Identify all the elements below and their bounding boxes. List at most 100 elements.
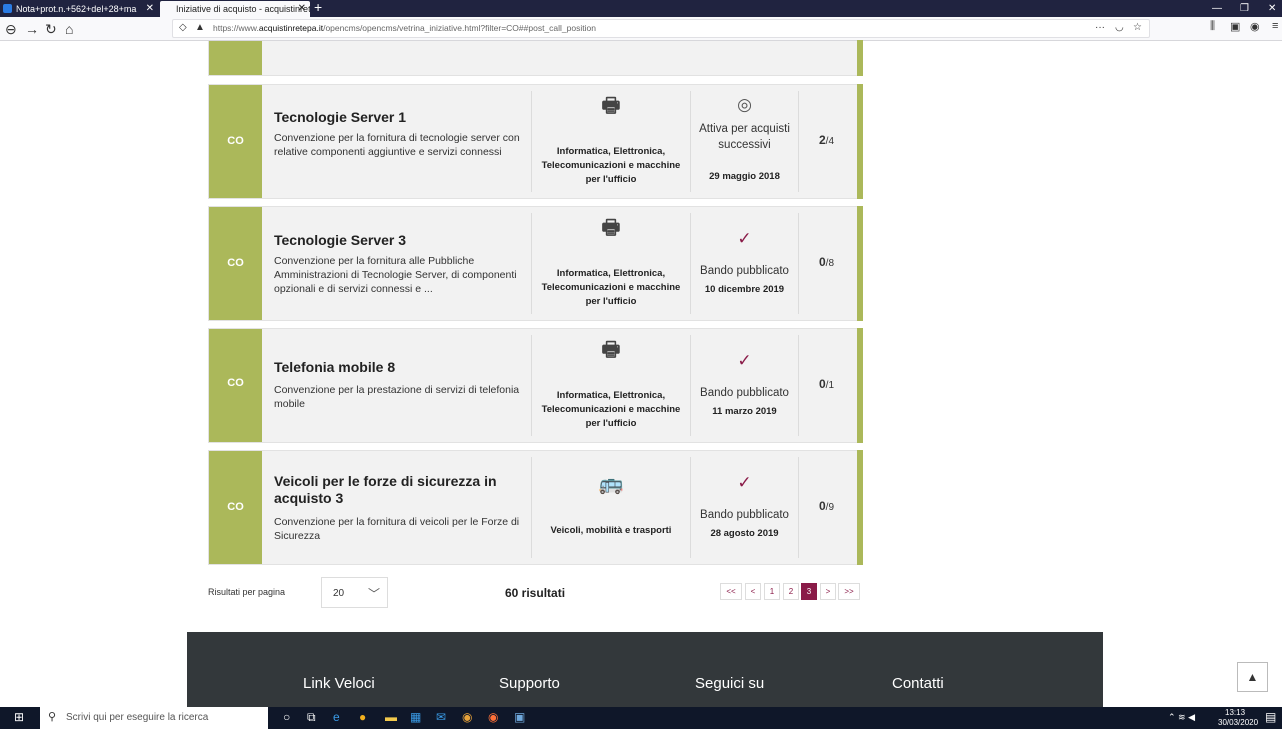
card-right-bar (857, 40, 863, 76)
chrome-icon[interactable]: ● (359, 710, 366, 724)
status-date: 10 dicembre 2019 (704, 284, 785, 295)
status-date: 28 agosto 2019 (710, 528, 779, 539)
card-right-bar (857, 84, 863, 199)
select-value: 20 (333, 588, 345, 599)
initiative-description: Convenzione per la prestazione di serviz… (274, 384, 520, 410)
initiative-category: 🚌 Veicoli, mobilità e trasporti (531, 457, 691, 558)
check-circle-icon: ◎ (737, 95, 752, 114)
clock-time[interactable]: 13:13 (1225, 708, 1245, 717)
store-icon[interactable]: ▦ (410, 710, 421, 724)
home-button[interactable]: ⌂ (65, 19, 73, 39)
lots-count: 0/8 (818, 255, 835, 269)
initiative-category: 🖶 Informatica, Elettronica, Telecomunica… (531, 335, 691, 436)
footer-contatti[interactable]: Contatti (892, 675, 944, 692)
initiative-card[interactable]: CO Tecnologie Server 3 Convenzione per l… (208, 206, 863, 321)
page-last-button[interactable]: >> (838, 583, 860, 600)
app-icon[interactable]: ◉ (462, 710, 472, 724)
library-icon[interactable]: ⫼ (1210, 20, 1215, 33)
browser-tab-1[interactable]: Nota+prot.n.+562+del+28+ma ✕ (0, 1, 158, 17)
back-button[interactable]: ⊖ (5, 19, 17, 39)
results-per-page-label: Risultati per pagina (208, 587, 286, 597)
initiative-card-partial[interactable] (208, 40, 863, 76)
status-date: 29 maggio 2018 (709, 171, 780, 182)
pocket-icon[interactable]: ◡ (1115, 22, 1124, 33)
status-date: 11 marzo 2019 (712, 406, 777, 417)
results-count: 60 risultati (505, 586, 566, 600)
close-tab-icon[interactable]: ✕ (146, 1, 154, 17)
printer-icon: 🖶 (601, 217, 621, 239)
reader-icon[interactable]: ▣ (1230, 20, 1240, 33)
check-icon: ✓ (737, 473, 752, 492)
status-text: Bando pubblicato (700, 387, 789, 399)
clock-date[interactable]: 30/03/2020 (1218, 718, 1258, 727)
category-label: Informatica, Elettronica, Telecomunicazi… (541, 146, 681, 185)
page-1-button[interactable]: 1 (764, 583, 780, 600)
check-icon: ✓ (737, 351, 752, 370)
category-label: Informatica, Elettronica, Telecomunicazi… (541, 268, 681, 307)
initiative-type-code: CO (227, 501, 244, 513)
initiative-title[interactable]: Telefonia mobile 8 (274, 359, 534, 376)
restore-icon[interactable]: ❐ (1240, 0, 1249, 17)
more-icon[interactable]: ··· (1095, 22, 1105, 33)
minimize-icon[interactable]: — (1212, 0, 1222, 17)
notification-icon[interactable]: ▤ (1265, 710, 1276, 724)
mail-icon[interactable]: ✉ (436, 710, 446, 724)
card-right-bar (857, 450, 863, 565)
initiative-description: Convenzione per la fornitura di tecnolog… (274, 132, 520, 158)
page-2-button[interactable]: 2 (783, 583, 799, 600)
initiative-description: Convenzione per la fornitura di veicoli … (274, 516, 520, 542)
chevron-down-icon: ﹀ (368, 587, 381, 601)
browser-tab-2[interactable]: Iniziative di acquisto - acquistinrete ✕ (160, 1, 310, 17)
close-window-icon[interactable]: ✕ (1268, 0, 1276, 17)
lots-count: 0/9 (818, 499, 835, 513)
tray-icons[interactable]: ⌃ ≋ ◀ (1168, 712, 1195, 723)
initiative-status: ✓ Bando pubblicato 28 agosto 2019 (691, 457, 799, 558)
results-per-page-select[interactable]: 20 ﹀ (321, 577, 388, 608)
check-icon: ✓ (737, 229, 752, 248)
initiative-title[interactable]: Veicoli per le forze di sicurezza in acq… (274, 473, 534, 507)
firefox-icon[interactable]: ◉ (488, 710, 498, 724)
lock-icon[interactable]: ▲ (195, 22, 205, 33)
initiative-type-code: CO (227, 257, 244, 269)
site-footer: Link Veloci Supporto Seguici su Contatti (187, 632, 1103, 707)
url-bar[interactable]: ◇ ▲ https://www.acquistinretepa.it/openc… (172, 19, 1150, 38)
task-view-icon[interactable]: ⧉ (307, 710, 316, 725)
printer-icon: 🖶 (601, 339, 621, 361)
initiative-card[interactable]: CO Telefonia mobile 8 Convenzione per la… (208, 328, 863, 443)
initiative-card[interactable]: CO Tecnologie Server 1 Convenzione per l… (208, 84, 863, 199)
forward-button[interactable]: → (25, 19, 39, 39)
search-placeholder: Scrivi qui per eseguire la ricerca (66, 712, 209, 723)
windows-start-icon[interactable]: ⊞ (14, 710, 24, 724)
reload-button[interactable]: ↻ (45, 19, 57, 39)
printer-icon: 🖶 (601, 95, 621, 117)
app-window-icon[interactable]: ▣ (514, 710, 525, 724)
initiative-title[interactable]: Tecnologie Server 3 (274, 232, 534, 249)
extension-icon[interactable]: ◉ (1250, 20, 1260, 33)
page-next-button[interactable]: > (820, 583, 836, 600)
page-first-button[interactable]: << (720, 583, 742, 600)
bookmark-star-icon[interactable]: ☆ (1133, 22, 1142, 33)
lots-count: 0/1 (818, 377, 835, 391)
browser-titlebar: Nota+prot.n.+562+del+28+ma ✕ Iniziative … (0, 0, 1282, 17)
footer-seguici[interactable]: Seguici su (695, 675, 764, 692)
footer-link-veloci[interactable]: Link Veloci (303, 675, 375, 692)
footer-supporto[interactable]: Supporto (499, 675, 560, 692)
initiative-card[interactable]: CO Veicoli per le forze di sicurezza in … (208, 450, 863, 565)
file-explorer-icon[interactable]: ▬ (385, 710, 397, 724)
initiative-description: Convenzione per la fornitura alle Pubbli… (274, 255, 517, 295)
initiative-type-code: CO (227, 135, 244, 147)
new-tab-button[interactable]: + (314, 0, 322, 15)
card-right-bar (857, 206, 863, 321)
edge-icon[interactable]: e (333, 710, 340, 724)
initiative-title[interactable]: Tecnologie Server 1 (274, 109, 534, 126)
scroll-to-top-button[interactable]: ▲ (1237, 662, 1268, 692)
close-tab-icon[interactable]: ✕ (298, 1, 306, 17)
menu-icon[interactable]: ≡ (1272, 20, 1278, 32)
shield-icon[interactable]: ◇ (179, 22, 187, 33)
cortana-icon[interactable]: ○ (283, 710, 290, 724)
category-label: Informatica, Elettronica, Telecomunicazi… (541, 390, 681, 429)
page-3-button[interactable]: 3 (801, 583, 817, 600)
search-icon: ⚲ (48, 711, 57, 723)
page-prev-button[interactable]: < (745, 583, 761, 600)
taskbar-search-box[interactable]: ⚲ Scrivi qui per eseguire la ricerca (40, 707, 268, 729)
